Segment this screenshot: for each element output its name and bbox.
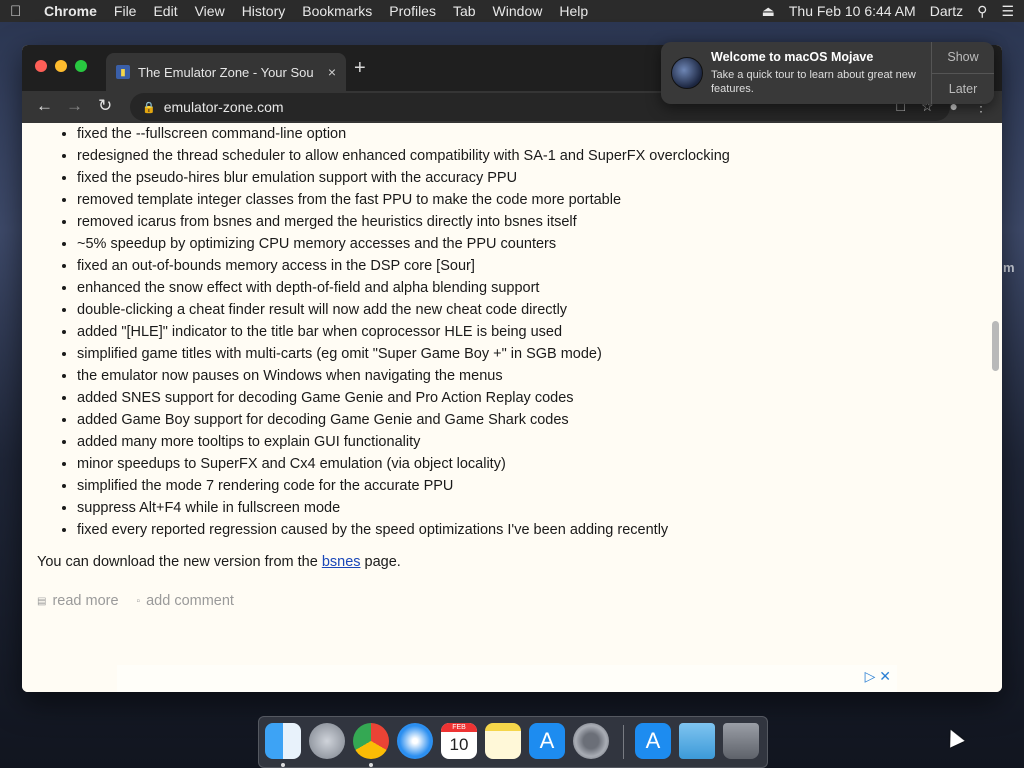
spotlight-search-icon[interactable]: ⚲	[977, 3, 987, 20]
mouse-cursor-icon	[943, 726, 965, 748]
page-content: fixed the --fullscreen command-line opti…	[22, 123, 1002, 692]
notification-body: Take a quick tour to learn about great n…	[711, 69, 916, 95]
apple-menu-icon[interactable]: 	[10, 3, 30, 20]
download-paragraph: You can download the new version from th…	[37, 554, 401, 570]
calendar-icon[interactable]: FEB 10	[441, 723, 477, 759]
tab-title: The Emulator Zone - Your Sour	[138, 64, 313, 80]
download-text-end: page.	[360, 554, 401, 570]
document-icon: ▤	[37, 595, 47, 607]
list-item: removed template integer classes from th…	[77, 189, 730, 211]
chrome-window: ▮ The Emulator Zone - Your Sour × + ← → …	[22, 45, 1002, 692]
read-more-link[interactable]: ▤ read more	[37, 593, 119, 609]
list-item: suppress Alt+F4 while in fullscreen mode	[77, 497, 730, 519]
list-item: double-clicking a cheat finder result wi…	[77, 299, 730, 321]
finder-icon[interactable]	[265, 723, 301, 759]
list-item: enhanced the snow effect with depth-of-f…	[77, 277, 730, 299]
launchpad-icon[interactable]	[309, 723, 345, 759]
comment-icon: ▫	[136, 595, 141, 607]
close-window-button[interactable]	[35, 60, 47, 72]
list-item: added SNES support for decoding Game Gen…	[77, 387, 730, 409]
menu-edit[interactable]: Edit	[153, 3, 177, 19]
list-item: fixed the pseudo-hires blur emulation su…	[77, 167, 730, 189]
list-item: added Game Boy support for decoding Game…	[77, 409, 730, 431]
bsnes-link[interactable]: bsnes	[322, 554, 361, 570]
list-item: redesigned the thread scheduler to allow…	[77, 145, 730, 167]
mojave-icon	[671, 57, 703, 89]
add-comment-label: add comment	[146, 593, 234, 609]
notes-icon[interactable]	[485, 723, 521, 759]
post-meta-links: ▤ read more ▫ add comment	[37, 593, 252, 609]
menu-tab[interactable]: Tab	[453, 3, 476, 19]
dock-separator	[623, 725, 624, 759]
new-tab-button[interactable]: +	[354, 58, 366, 78]
browser-tab[interactable]: ▮ The Emulator Zone - Your Sour ×	[106, 53, 346, 91]
calendar-day: 10	[449, 735, 469, 754]
lock-icon[interactable]: 🔒	[142, 101, 156, 114]
dock: FEB 10 A A	[258, 716, 768, 768]
eject-icon[interactable]: ⏏	[762, 3, 775, 20]
zoom-window-button[interactable]	[75, 60, 87, 72]
chrome-icon[interactable]	[353, 723, 389, 759]
app-store-icon[interactable]: A	[635, 723, 671, 759]
menu-help[interactable]: Help	[559, 3, 588, 19]
calendar-month: FEB	[441, 723, 477, 732]
menu-view[interactable]: View	[195, 3, 225, 19]
site-favicon-icon: ▮	[116, 65, 130, 79]
show-button[interactable]: Show	[932, 42, 994, 74]
downloads-folder-icon[interactable]	[679, 723, 715, 759]
tab-close-icon[interactable]: ×	[328, 64, 336, 80]
notification-center-icon[interactable]: ☰	[1001, 3, 1014, 20]
ad-banner[interactable]: ▷ ✕	[117, 665, 897, 692]
macos-menu-bar:  Chrome File Edit View History Bookmark…	[0, 0, 1024, 22]
background-window-text: m	[1003, 260, 1015, 275]
list-item: fixed an out-of-bounds memory access in …	[77, 255, 730, 277]
forward-arrow-icon[interactable]: →	[66, 96, 83, 116]
menu-clock[interactable]: Thu Feb 10 6:44 AM	[789, 3, 916, 19]
menu-file[interactable]: File	[114, 3, 137, 19]
running-indicator	[369, 763, 373, 767]
list-item: added many more tooltips to explain GUI …	[77, 431, 730, 453]
minimize-window-button[interactable]	[55, 60, 67, 72]
menu-profiles[interactable]: Profiles	[389, 3, 436, 19]
scrollbar-thumb[interactable]	[992, 321, 999, 371]
changelog-list: fixed the --fullscreen command-line opti…	[22, 123, 730, 541]
later-button[interactable]: Later	[932, 74, 994, 105]
read-more-label: read more	[52, 593, 119, 609]
list-item: simplified the mode 7 rendering code for…	[77, 475, 730, 497]
ad-choices-icon[interactable]: ▷ ✕	[865, 668, 891, 685]
menu-bookmarks[interactable]: Bookmarks	[302, 3, 372, 19]
list-item: the emulator now pauses on Windows when …	[77, 365, 730, 387]
menu-bar-status: ⏏ Thu Feb 10 6:44 AM Dartz ⚲ ☰	[748, 3, 1014, 20]
menu-window[interactable]: Window	[493, 3, 543, 19]
list-item: minor speedups to SuperFX and Cx4 emulat…	[77, 453, 730, 475]
url-text: emulator-zone.com	[163, 99, 284, 115]
list-item: fixed the --fullscreen command-line opti…	[77, 123, 730, 145]
list-item: ~5% speedup by optimizing CPU memory acc…	[77, 233, 730, 255]
app-store-icon[interactable]: A	[529, 723, 565, 759]
macos-notification[interactable]: Welcome to macOS Mojave Take a quick tou…	[661, 42, 994, 104]
list-item: simplified game titles with multi-carts …	[77, 343, 730, 365]
menu-app-name[interactable]: Chrome	[44, 3, 97, 19]
notification-actions: Show Later	[931, 42, 994, 104]
list-item: added "[HLE]" indicator to the title bar…	[77, 321, 730, 343]
download-text: You can download the new version from th…	[37, 554, 322, 570]
add-comment-link[interactable]: ▫ add comment	[137, 593, 234, 609]
running-indicator	[281, 763, 285, 767]
list-item: fixed every reported regression caused b…	[77, 519, 730, 541]
trash-icon[interactable]	[723, 723, 759, 759]
list-item: removed icarus from bsnes and merged the…	[77, 211, 730, 233]
menu-history[interactable]: History	[242, 3, 286, 19]
back-arrow-icon[interactable]: ←	[36, 96, 53, 116]
reload-icon[interactable]: ↻	[98, 96, 112, 116]
notification-title: Welcome to macOS Mojave	[711, 50, 874, 64]
safari-icon[interactable]	[397, 723, 433, 759]
menu-user[interactable]: Dartz	[930, 3, 963, 19]
system-preferences-icon[interactable]	[573, 723, 609, 759]
